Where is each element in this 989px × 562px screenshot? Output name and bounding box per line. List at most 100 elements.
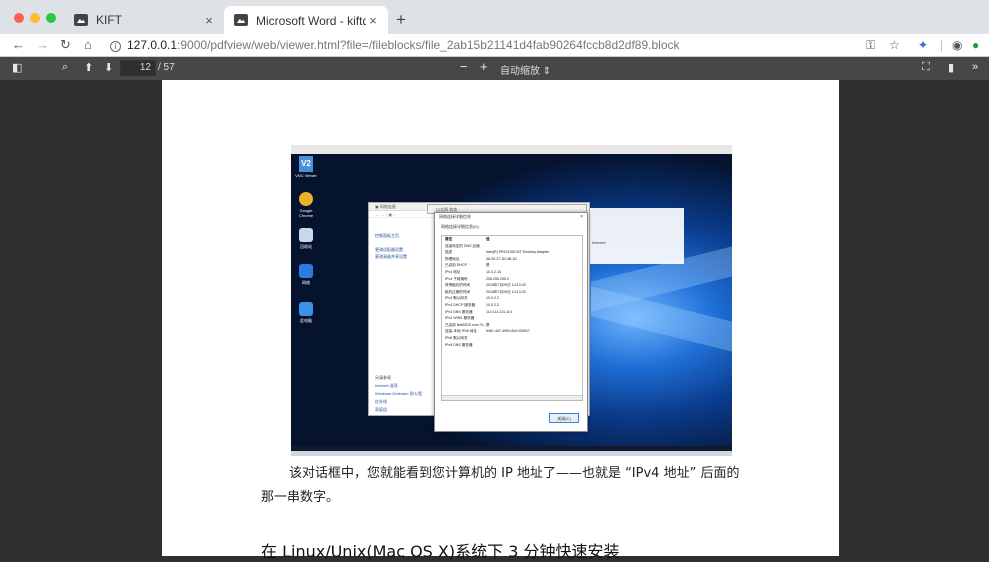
minimize-window-button[interactable] xyxy=(30,13,40,23)
details-key: 获得租约的时间 xyxy=(445,283,471,288)
details-row: 获得租约的时间 2018年7月25日 14:13:43 xyxy=(442,282,582,289)
cp-see-also: Internet 选项 xyxy=(375,383,398,388)
body-paragraph: 该对话框中，您就能看到您计算机的 IP 地址了——也就是 “IPv4 地址” 后… xyxy=(261,466,740,505)
details-row: IPv4 地址 10.0.2.15 xyxy=(442,269,582,276)
details-value: 2018年7月25日 14:13:43 xyxy=(486,283,526,288)
details-row: IPv4 默认网关 10.0.2.2 xyxy=(442,295,582,302)
back-icon[interactable]: ← xyxy=(12,37,25,53)
cp-see-also: 家庭组 xyxy=(375,407,387,412)
dialog-close-button: 关闭(C) xyxy=(549,413,579,423)
address-bar: ← → ↻ ⌂ i 127.0.0.1:9000/pdfview/web/view… xyxy=(0,34,989,57)
page-number-input[interactable]: 12 xyxy=(120,60,156,76)
tab-word-doc[interactable]: Microsoft Word - kiftd说明文档 × xyxy=(224,6,388,34)
details-value xyxy=(486,342,582,349)
vm-window-titlebar xyxy=(291,145,732,154)
details-value: 10.0.2.2 xyxy=(486,296,499,301)
image-favicon-icon xyxy=(234,14,248,26)
details-row: IPv4 WINS 服务器 xyxy=(442,315,582,322)
details-row: IPv6 DNS 服务器 xyxy=(442,342,582,349)
details-row: 连接特定的 DNS 后缀 xyxy=(442,243,582,250)
kift-favicon-icon xyxy=(74,14,88,26)
reload-icon[interactable]: ↻ xyxy=(60,37,71,53)
tab-title: Microsoft Word - kiftd说明文档 xyxy=(256,13,366,28)
details-key: IPv4 子网掩码 xyxy=(445,276,468,281)
url-path: :9000/pdfview/web/viewer.html?file=/file… xyxy=(177,38,680,52)
details-key: 已启用 DHCP xyxy=(445,263,467,268)
next-page-icon[interactable]: ⬇ xyxy=(104,61,113,74)
details-value: 08-00-27-30-4B-1D xyxy=(486,256,517,261)
details-key: IPv6 DNS 服务器 xyxy=(445,342,473,347)
maximize-window-button[interactable] xyxy=(46,13,56,23)
details-value: 是 xyxy=(486,322,490,327)
details-value xyxy=(486,243,582,250)
new-tab-button[interactable]: + xyxy=(396,10,406,30)
presentation-mode-icon[interactable]: ⛶ xyxy=(922,61,930,74)
tools-menu-icon[interactable]: » xyxy=(972,61,978,73)
profile-avatar-icon[interactable]: ◉ xyxy=(952,38,962,52)
details-value: 2018年7月26日 14:13:43 xyxy=(486,289,526,294)
divider: | xyxy=(940,38,944,52)
site-info-icon[interactable]: i xyxy=(110,41,121,52)
star-bookmark-icon[interactable]: ☆ xyxy=(889,38,900,52)
cp-see-also: 另请参阅 xyxy=(375,375,391,380)
section-heading: 在 Linux/Unix(Mac OS X)系统下 3 分钟快速安装 xyxy=(261,542,620,561)
zoom-select-value: 自动缩放 xyxy=(500,66,540,77)
cp-see-also: Windows Defender 防火墙 xyxy=(375,391,422,396)
details-row: 租约过期的时间 2018年7月26日 14:13:43 xyxy=(442,289,582,296)
details-key: 已启用 NetBIOS over Tc... xyxy=(445,322,486,327)
details-value: 10.0.2.2 xyxy=(486,302,499,307)
cp-link: 更改适配器设置 xyxy=(375,247,403,252)
key-icon[interactable]: ⚿ xyxy=(866,38,875,53)
details-value: Intel(R) PRO/1000 MT Desktop Adapter xyxy=(486,250,550,255)
details-key: 描述 xyxy=(445,250,453,255)
dialog-close-icon: × xyxy=(580,214,583,220)
pdf-toolbar: ◧ ⌕ ⬆ ⬇ 12 / 57 − + 自动缩放 ⇕ ⛶ ▮ » xyxy=(0,57,989,80)
details-row: 物理地址 08-00-27-30-4B-1D xyxy=(442,256,582,263)
zoom-out-button[interactable]: − xyxy=(460,59,468,74)
vnc-viewer-icon: V2 VNC Viewer xyxy=(295,156,317,178)
extension-green-icon[interactable]: ● xyxy=(972,38,979,52)
zoom-select[interactable]: 自动缩放 ⇕ xyxy=(500,62,551,77)
recycle-bin-icon: 回收站 xyxy=(295,228,317,250)
previous-page-icon[interactable]: ⬆ xyxy=(84,61,93,74)
bookmark-icon[interactable]: ▮ xyxy=(948,61,954,74)
home-icon[interactable]: ⌂ xyxy=(84,37,92,53)
extension-icon[interactable]: ✦ xyxy=(918,38,928,52)
url-field[interactable]: i 127.0.0.1:9000/pdfview/web/viewer.html?… xyxy=(110,38,680,52)
cp-link: 控制面板主页 xyxy=(375,233,399,238)
close-tab-icon[interactable]: × xyxy=(366,13,380,28)
forward-icon[interactable]: → xyxy=(36,37,49,53)
close-tab-icon[interactable]: × xyxy=(202,13,216,28)
network-icon: 网络 xyxy=(295,264,317,286)
details-row: IPv4 DHCP 服务器 10.0.2.2 xyxy=(442,302,582,309)
tab-kift[interactable]: KIFT × xyxy=(64,6,224,34)
dialog-subtitle: 网络连接详细信息(D): xyxy=(441,224,480,229)
details-value: fe80::4d7:490f:c5c0:f33f%7 xyxy=(486,329,530,334)
details-key: 连接-本地 IPv6 地址 xyxy=(445,329,477,334)
details-row: 已启用 DHCP 是 xyxy=(442,262,582,269)
details-value xyxy=(486,335,582,342)
chrome-desktop-icon: Google Chrome xyxy=(295,192,317,218)
details-row: 已启用 NetBIOS over Tc... 是 xyxy=(442,322,582,329)
page-total: / 57 xyxy=(158,62,175,73)
search-icon[interactable]: ⌕ xyxy=(62,61,68,74)
details-key: IPv4 DNS 服务器 xyxy=(445,309,473,314)
tab-strip: KIFT × Microsoft Word - kiftd说明文档 × + xyxy=(0,0,989,34)
tab-title: KIFT xyxy=(96,13,122,27)
details-value: 10.0.2.15 xyxy=(486,269,501,274)
details-row: IPv4 DNS 服务器 114.114.114.114 xyxy=(442,309,582,316)
cp-see-also: 红外线 xyxy=(375,399,387,404)
close-window-button[interactable] xyxy=(14,13,24,23)
details-key: 物理地址 xyxy=(445,256,460,261)
network-details-dialog: 网络连接详细信息 × 网络连接详细信息(D): 属性值 连接特定的 DNS 后缀描… xyxy=(434,212,588,432)
details-row: 描述 Intel(R) PRO/1000 MT Desktop Adapter xyxy=(442,249,582,256)
windows-desktop: V2 VNC Viewer Google Chrome 回收站 网络 此电脑 In… xyxy=(291,154,732,451)
pdf-page: V2 VNC Viewer Google Chrome 回收站 网络 此电脑 In… xyxy=(162,80,839,561)
details-key: IPv4 WINS 服务器 xyxy=(445,316,475,321)
zoom-in-button[interactable]: + xyxy=(480,59,488,74)
details-value: 是 xyxy=(486,263,490,268)
sidebar-toggle-icon[interactable]: ◧ xyxy=(12,61,22,74)
details-key: IPv4 地址 xyxy=(445,269,461,274)
this-pc-icon: 此电脑 xyxy=(295,302,317,324)
vm-status-strip xyxy=(291,451,732,456)
